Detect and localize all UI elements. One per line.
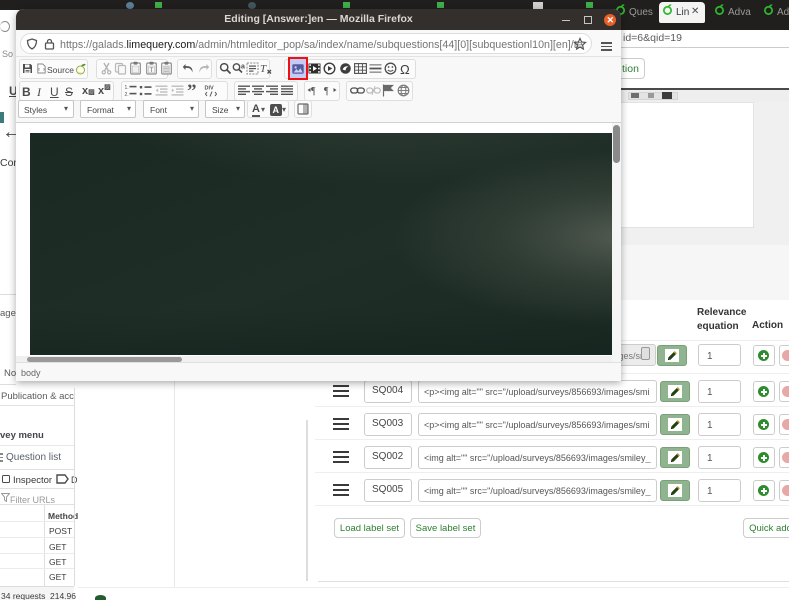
svg-text:2.: 2. [125,92,129,97]
svg-text:¶: ¶ [324,86,329,97]
svg-text:T: T [260,63,267,75]
svg-text:DIV: DIV [205,86,215,92]
svg-text:¶: ¶ [311,86,316,97]
svg-text:1.: 1. [125,85,129,91]
svg-text:T: T [150,68,154,74]
svg-text:a: a [241,64,245,71]
